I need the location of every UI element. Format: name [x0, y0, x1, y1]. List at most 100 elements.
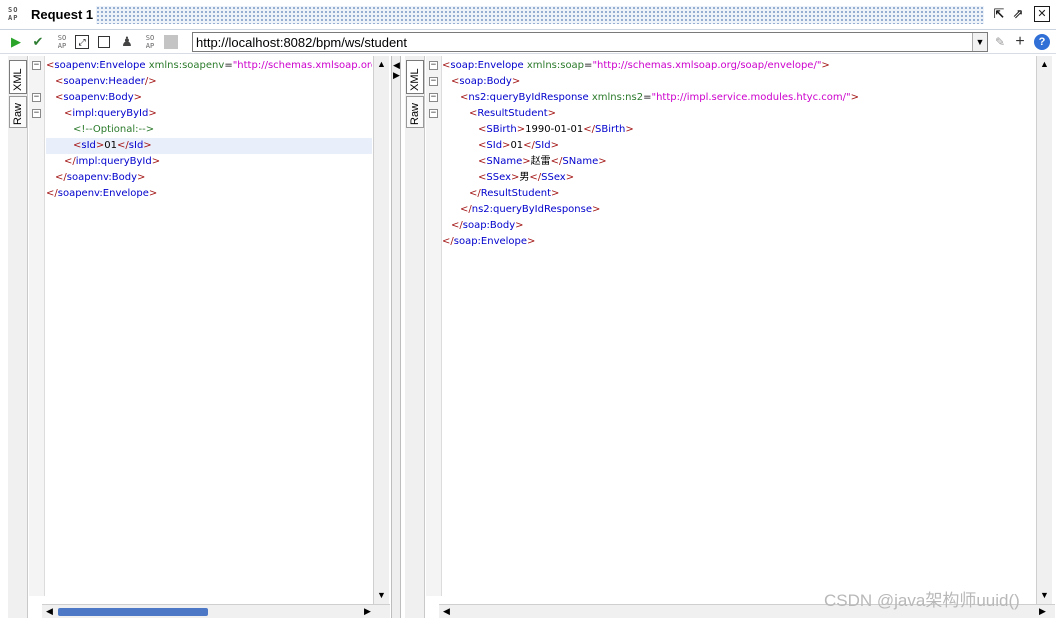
scroll-left-arrow-icon[interactable]: ◀ [44, 606, 55, 617]
xml-line[interactable]: <ResultStudent> [442, 106, 1034, 122]
xml-token: </ [460, 204, 472, 215]
xml-token: SName [486, 156, 523, 167]
xml-line[interactable]: <!--Optional:--> [46, 122, 372, 138]
fold-toggle-icon[interactable]: − [429, 61, 438, 70]
xml-token: /> [144, 76, 157, 87]
xml-line[interactable]: </soap:Body> [442, 218, 1034, 234]
watermark: CSDN @java架构师uuid() [824, 591, 1020, 610]
panel-splitter[interactable]: ◀ ▶ [391, 56, 401, 618]
xml-line[interactable]: <SId>01</SId> [442, 138, 1034, 154]
xml-token: soapenv:Header [63, 76, 145, 87]
xml-token: > [527, 236, 536, 247]
fold-toggle-icon[interactable]: − [429, 93, 438, 102]
xml-line[interactable]: <sId>01</sId> [46, 138, 372, 154]
xml-line[interactable]: </ns2:queryByIdResponse> [442, 202, 1034, 218]
xml-line[interactable]: </ResultStudent> [442, 186, 1034, 202]
add-endpoint-icon[interactable]: + [1012, 34, 1028, 50]
xml-line[interactable]: <ns2:queryByIdResponse xmlns:ns2="http:/… [442, 90, 1034, 106]
endpoint-url-input[interactable] [193, 33, 969, 51]
request-scroll-thumb[interactable] [58, 608, 208, 616]
xml-token: > [143, 140, 152, 151]
xml-line[interactable]: </soapenv:Body> [46, 170, 372, 186]
scroll-up-arrow-icon[interactable]: ▲ [1039, 59, 1050, 70]
collapse-left-arrow-icon[interactable]: ◀ [392, 60, 401, 70]
chevron-down-icon[interactable]: ▼ [972, 33, 987, 51]
xml-token: </ [550, 156, 563, 167]
collapse-right-arrow-icon[interactable]: ▶ [392, 70, 401, 80]
cancel-icon[interactable] [98, 36, 110, 48]
xml-token: > [598, 156, 607, 167]
xml-line[interactable]: <impl:queryById> [46, 106, 372, 122]
xml-line[interactable]: <soapenv:Envelope xmlns:soapenv="http://… [46, 58, 372, 74]
xml-line[interactable]: <soapenv:Header/> [46, 74, 372, 90]
help-icon[interactable]: ? [1034, 34, 1050, 50]
fold-toggle-icon[interactable]: − [429, 109, 438, 118]
scroll-down-arrow-icon[interactable]: ▼ [1039, 590, 1050, 601]
xml-token: </ [451, 220, 463, 231]
xml-token: > [592, 204, 601, 215]
xml-token: > [850, 92, 859, 103]
title-bar-drag-area[interactable] [96, 6, 984, 24]
ws-addressing-icon[interactable]: SO AP [54, 34, 70, 50]
response-vertical-scrollbar[interactable]: ▲ ▼ [1036, 56, 1052, 604]
grey-box-icon[interactable] [164, 35, 178, 49]
xml-line[interactable]: <SName>赵雷</SName> [442, 154, 1034, 170]
tab-request-xml[interactable]: XML [9, 60, 27, 94]
request-xml-editor[interactable]: <soapenv:Envelope xmlns:soapenv="http://… [46, 56, 372, 604]
fold-toggle-icon[interactable]: − [32, 61, 41, 70]
tab-response-raw[interactable]: Raw [406, 96, 424, 128]
xml-line[interactable]: <SSex>男</SSex> [442, 170, 1034, 186]
endpoint-url-combo[interactable]: ▼ [192, 32, 988, 52]
xml-line[interactable]: <soapenv:Body> [46, 90, 372, 106]
scroll-right-arrow-icon[interactable]: ▶ [362, 606, 373, 617]
xml-token: </ [46, 188, 58, 199]
xml-token: SSex [541, 172, 566, 183]
xml-token: </ [55, 172, 67, 183]
xml-token: ns2:queryByIdResponse [471, 204, 592, 215]
xml-token: soapenv:Envelope [57, 188, 149, 199]
fold-toggle-icon[interactable]: − [429, 77, 438, 86]
xml-token: soap:Envelope [453, 236, 528, 247]
tab-request-raw[interactable]: Raw [9, 96, 27, 128]
xml-token: > [625, 124, 634, 135]
xml-token: SBirth [486, 124, 517, 135]
xml-token: sId [81, 140, 96, 151]
xml-line[interactable]: <soap:Envelope xmlns:soap="http://schema… [442, 58, 1034, 74]
xml-token: > [551, 188, 560, 199]
xml-token: > [516, 124, 526, 135]
xml-token: 赵雷 [530, 156, 551, 167]
close-icon[interactable]: ✕ [1034, 6, 1050, 22]
soap-logo-icon: SO AP [8, 6, 19, 22]
tab-response-xml[interactable]: XML [406, 60, 424, 94]
xml-line[interactable]: </soap:Envelope> [442, 234, 1034, 250]
scroll-down-arrow-icon[interactable]: ▼ [376, 590, 387, 601]
xml-line[interactable]: <SBirth>1990-01-01</SBirth> [442, 122, 1034, 138]
xml-token: > [821, 60, 830, 71]
xml-line[interactable]: </impl:queryById> [46, 154, 372, 170]
xml-token: <!--Optional:--> [73, 124, 155, 135]
user-icon[interactable]: ♟ [119, 34, 135, 50]
response-xml-editor[interactable]: <soap:Envelope xmlns:soap="http://schema… [442, 56, 1034, 604]
play-icon[interactable]: ▶ [8, 34, 24, 50]
scroll-right-arrow-icon[interactable]: ▶ [1037, 606, 1048, 617]
title-bar: SO AP Request 1 ⇱ ⇗ ✕ [0, 0, 1056, 30]
fold-toggle-icon[interactable]: − [32, 109, 41, 118]
xml-token: sId [128, 140, 144, 151]
fold-toggle-icon[interactable]: − [32, 93, 41, 102]
xml-token: xmlns:ns2 [591, 92, 644, 103]
scroll-left-arrow-icon[interactable]: ◀ [441, 606, 452, 617]
request-horizontal-scrollbar[interactable]: ◀ ▶ [42, 604, 390, 618]
maximize-icon[interactable]: ⇗ [1010, 6, 1026, 22]
xml-token: </ [523, 140, 535, 151]
request-vertical-scrollbar[interactable]: ▲ ▼ [373, 56, 389, 604]
scroll-up-arrow-icon[interactable]: ▲ [376, 59, 387, 70]
soap-small-icon[interactable]: SO AP [142, 34, 158, 50]
validate-icon[interactable]: ✔ [30, 34, 46, 50]
xml-token: </ [442, 236, 454, 247]
request-fold-gutter: − − − [29, 56, 45, 596]
edit-endpoint-icon[interactable]: ✎ [992, 34, 1008, 50]
xml-line[interactable]: </soapenv:Envelope> [46, 186, 372, 202]
open-window-icon[interactable]: ⤢ [75, 35, 89, 49]
xml-line[interactable]: <soap:Body> [442, 74, 1034, 90]
detach-icon[interactable]: ⇱ [991, 6, 1007, 22]
